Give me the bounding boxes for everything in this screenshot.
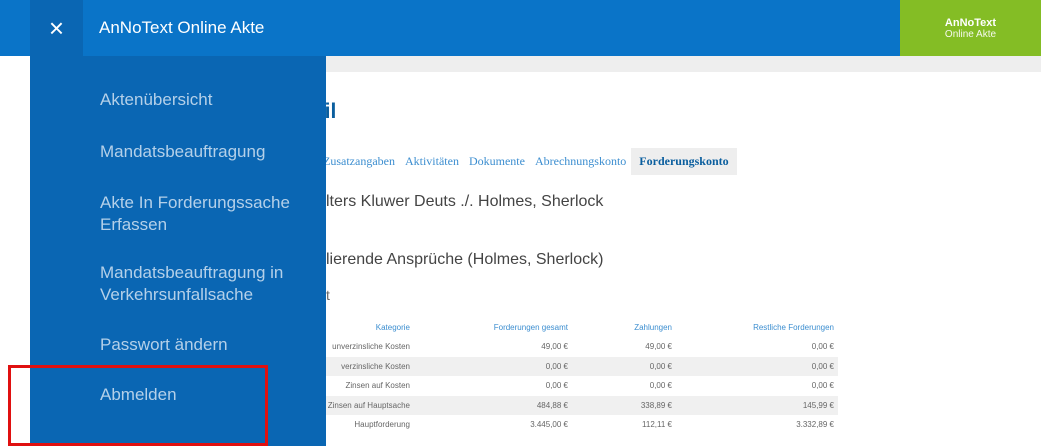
tab-forderungskonto[interactable]: Forderungskonto (631, 148, 737, 175)
table-cell: 0,00 € (414, 356, 572, 376)
claims-subtitle: t (326, 287, 330, 303)
tab-abrechnungskonto[interactable]: Abrechnungskonto (530, 148, 631, 175)
claims-title: lierende Ansprüche (Holmes, Sherlock) (326, 251, 604, 268)
tab-dokumente[interactable]: Dokumente (464, 148, 530, 175)
column-header-restliche-forderungen: Restliche Forderungen (753, 322, 834, 332)
table-cell: 0,00 € (676, 356, 838, 376)
table-cell: 112,11 € (642, 420, 672, 430)
tab-aktivitaeten[interactable]: Aktivitäten (400, 148, 464, 175)
table-row: Zinsen auf Hauptsache 484,88 € 338,89 € … (296, 395, 838, 415)
page-header-strip (326, 56, 1041, 72)
nav-item-label-line2: Verkehrsunfallsache (100, 285, 254, 304)
app-header: × AnNoText Online Akte AnNoText Online A… (0, 0, 1041, 56)
column-header-zahlungen: Zahlungen (634, 322, 672, 332)
table-cell: 0,00 € (811, 381, 834, 391)
table-cell: 338,89 € (572, 395, 676, 415)
table-row: Hauptforderung 3.445,00 € 112,11 € 3.332… (296, 415, 838, 435)
table-cell: 3.332,89 € (796, 420, 834, 430)
close-menu-button[interactable]: × (30, 0, 83, 56)
nav-item-label: Aktenübersicht (100, 90, 213, 109)
brand-name: AnNoText (944, 17, 997, 29)
nav-item-mandatsbeauftragung[interactable]: Mandatsbeauftragung (100, 141, 265, 163)
claims-table: Kategorie Forderungen gesamt Zahlungen R… (296, 317, 838, 435)
table-cell: 0,00 € (649, 381, 672, 391)
column-header-forderungen-gesamt: Forderungen gesamt (493, 322, 568, 332)
table-cell: 0,00 € (811, 342, 834, 352)
nav-item-label: Abmelden (100, 385, 177, 404)
nav-item-aktenuebersicht[interactable]: Aktenübersicht (100, 89, 212, 111)
table-cell: 0,00 € (545, 381, 568, 391)
case-title: lters Kluwer Deuts ./. Holmes, Sherlock (326, 193, 604, 210)
tab-zusatzangaben[interactable]: Zusatzangaben (318, 148, 400, 175)
table-row: Zinsen auf Kosten 0,00 € 0,00 € 0,00 € (296, 376, 838, 396)
table-row: unverzinsliche Kosten 49,00 € 49,00 € 0,… (296, 337, 838, 357)
table-cell: 3.445,00 € (530, 420, 568, 430)
table-cell: 484,88 € (414, 395, 572, 415)
table-cell: 0,00 € (572, 356, 676, 376)
nav-item-passwort-aendern[interactable]: Passwort ändern (100, 334, 228, 356)
table-header-row: Kategorie Forderungen gesamt Zahlungen R… (296, 317, 838, 337)
nav-item-label-line1: Akte In Forderungssache (100, 193, 290, 212)
nav-item-label-line2: Erfassen (100, 215, 168, 234)
side-navigation-menu: Aktenübersicht Mandatsbeauftragung Akte … (30, 56, 326, 446)
nav-item-mandatsbeauftragung-verkehrsunfall[interactable]: Mandatsbeauftragung in Verkehrsunfallsac… (100, 262, 283, 306)
table-cell: 49,00 € (541, 342, 568, 352)
tab-bar: Zusatzangaben Aktivitäten Dokumente Abre… (318, 148, 737, 175)
nav-item-abmelden[interactable]: Abmelden (100, 384, 177, 406)
brand-subtitle: Online Akte (944, 29, 997, 40)
close-icon: × (48, 12, 65, 43)
nav-item-label: Mandatsbeauftragung (100, 142, 266, 161)
app-title: AnNoText Online Akte (99, 18, 265, 37)
table-cell: 145,99 € (676, 395, 838, 415)
nav-item-akte-forderungssache-erfassen[interactable]: Akte In Forderungssache Erfassen (100, 192, 290, 236)
brand-logo: AnNoText Online Akte (900, 0, 1041, 56)
nav-item-label-line1: Mandatsbeauftragung in (100, 263, 284, 282)
nav-item-label: Passwort ändern (100, 335, 228, 354)
table-row: verzinsliche Kosten 0,00 € 0,00 € 0,00 € (296, 356, 838, 376)
table-cell: 49,00 € (645, 342, 672, 352)
